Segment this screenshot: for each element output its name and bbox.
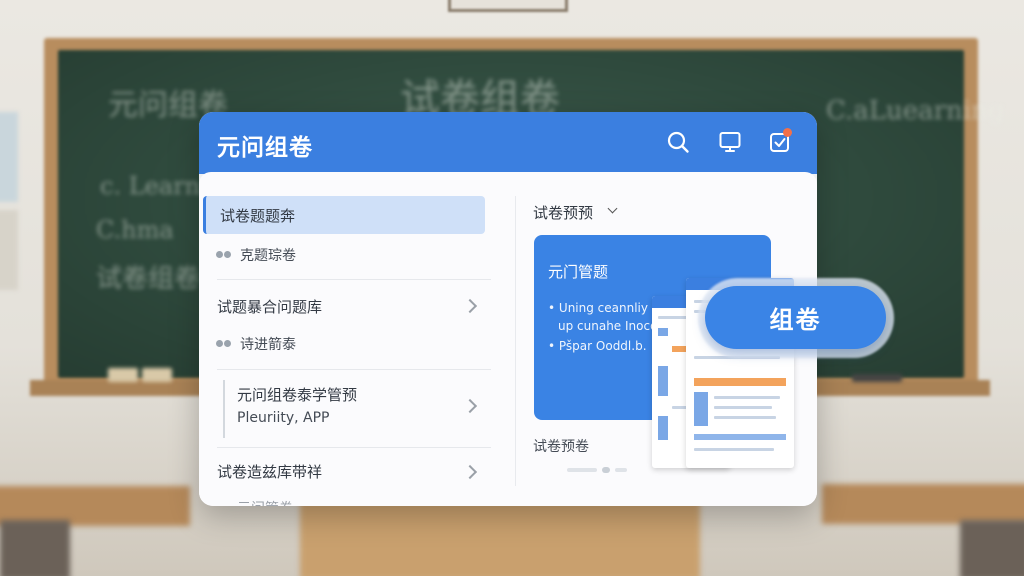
doc-highlight	[694, 378, 786, 386]
dots-icon	[216, 340, 234, 348]
doc-line	[714, 396, 780, 399]
divider	[217, 447, 491, 448]
sidebar-item-library[interactable]: 试卷造兹库带祥	[217, 461, 322, 482]
app-title: 元问组卷	[217, 135, 313, 161]
board-writing: C.aLuearning	[826, 96, 1005, 126]
sidebar-subitem[interactable]: 诗进箭泰	[240, 334, 296, 354]
sidebar-item-management[interactable]: 元问组卷泰学管预	[237, 384, 357, 405]
board-writing: 试卷组卷	[96, 264, 201, 294]
preview-card-title: 元门管题	[548, 263, 609, 281]
chair	[0, 520, 70, 576]
eraser	[142, 368, 172, 382]
notification-icon[interactable]	[766, 128, 794, 156]
column-separator	[515, 196, 516, 486]
chalk-tray-item	[852, 374, 902, 382]
pager-dot[interactable]	[602, 467, 610, 473]
chair	[960, 520, 1024, 576]
sidebar-item-label: 试卷题题奔	[220, 207, 296, 225]
desk	[300, 500, 700, 576]
wall-frame	[448, 0, 568, 12]
preview-bullet: up cunahe Inocoo	[558, 319, 665, 333]
app-header: 元问组卷	[199, 112, 817, 174]
sidebar-item-sublabel: Pleuriity, APP	[237, 410, 330, 426]
pager-track	[615, 468, 627, 472]
board-writing: C.hma	[96, 216, 174, 244]
bullet-text: Pšpar Ooddl.b.	[558, 339, 647, 353]
wall-poster	[0, 112, 18, 202]
preview-footer-label: 试卷预卷	[533, 439, 589, 455]
chevron-right-icon[interactable]	[462, 464, 478, 480]
doc-thumb	[658, 366, 668, 396]
chevron-down-icon[interactable]	[607, 203, 618, 214]
chevron-right-icon[interactable]	[462, 298, 478, 314]
doc-thumb	[658, 416, 668, 440]
doc-line	[714, 406, 772, 409]
chevron-right-icon[interactable]	[462, 398, 478, 414]
doc-line	[694, 448, 774, 451]
doc-thumb	[658, 328, 668, 336]
divider	[217, 369, 491, 370]
wall-poster	[0, 210, 18, 290]
sidebar: 试卷题题奔 克题琮卷 试题暴合问题库 诗进箭泰 元问组卷泰学管预 Pleurii…	[199, 172, 509, 506]
eraser	[108, 368, 138, 382]
search-icon[interactable]	[664, 128, 692, 156]
indent-bar	[223, 380, 225, 438]
desk	[822, 484, 1024, 524]
doc-line	[714, 416, 776, 419]
doc-highlight	[694, 434, 786, 440]
sidebar-item-question-bank[interactable]: 试题暴合问题库	[217, 296, 322, 317]
notification-badge	[783, 128, 792, 137]
sidebar-item-partial[interactable]: 元问管卷	[237, 498, 293, 506]
sidebar-item-active[interactable]: 试卷题题奔	[203, 196, 485, 234]
bullet-text: Uning ceannliy a	[558, 301, 660, 315]
monitor-icon[interactable]	[716, 128, 744, 156]
dots-icon	[216, 251, 234, 259]
preview-bullet: • Pšpar Ooddl.b.	[548, 339, 647, 353]
divider	[217, 279, 491, 280]
doc-thumb	[694, 392, 708, 426]
preview-bullet: • Uning ceannliy a	[548, 301, 660, 315]
sidebar-subitem[interactable]: 克题琮卷	[240, 245, 296, 265]
compose-paper-button[interactable]: 组卷	[705, 286, 886, 349]
pager-track	[567, 468, 597, 472]
preview-dropdown[interactable]: 试卷预预	[533, 202, 593, 223]
